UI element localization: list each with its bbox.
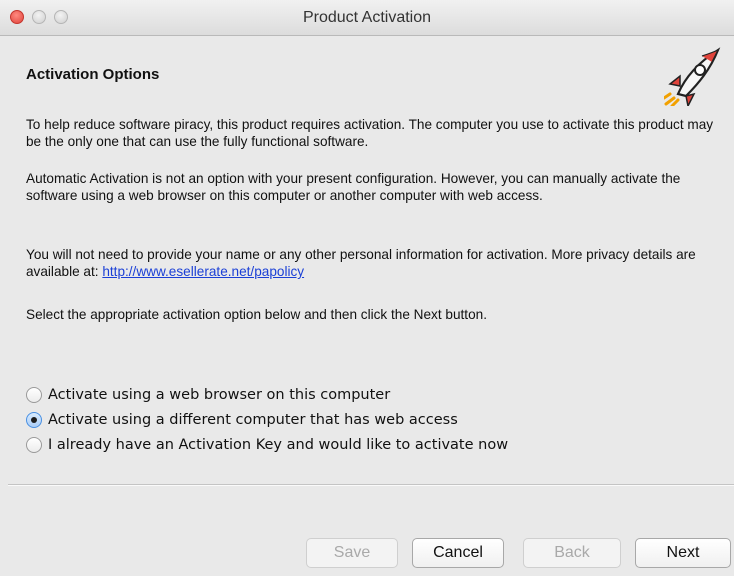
- cancel-button[interactable]: Cancel: [412, 538, 504, 568]
- section-heading: Activation Options: [26, 66, 160, 83]
- activation-options-group: Activate using a web browser on this com…: [26, 382, 508, 457]
- option-different-computer[interactable]: Activate using a different computer that…: [26, 407, 508, 432]
- option-activation-key[interactable]: I already have an Activation Key and wou…: [26, 432, 508, 457]
- rocket-icon: [664, 47, 721, 106]
- privacy-policy-link[interactable]: http://www.esellerate.net/papolicy: [102, 264, 304, 279]
- option-label: Activate using a different computer that…: [48, 411, 458, 428]
- radio-different-computer[interactable]: [26, 411, 42, 428]
- manual-activation-paragraph: Automatic Activation is not an option wi…: [26, 171, 681, 203]
- title-bar: Product Activation: [0, 0, 734, 36]
- option-label: Activate using a web browser on this com…: [48, 386, 391, 403]
- footer-divider-highlight: [8, 485, 734, 486]
- activation-content: Activation Options To help reduce softwa…: [0, 36, 734, 483]
- next-button[interactable]: Next: [635, 538, 731, 568]
- instruction-paragraph: Select the appropriate activation option…: [26, 307, 487, 322]
- privacy-paragraph: You will not need to provide your name o…: [26, 246, 716, 280]
- save-button[interactable]: Save: [306, 538, 398, 568]
- piracy-paragraph: To help reduce software piracy, this pro…: [26, 117, 714, 149]
- option-label: I already have an Activation Key and wou…: [48, 436, 509, 453]
- radio-web-browser[interactable]: [26, 386, 42, 403]
- option-web-browser[interactable]: Activate using a web browser on this com…: [26, 382, 508, 407]
- window-title: Product Activation: [302, 9, 432, 26]
- radio-activation-key[interactable]: [26, 436, 42, 453]
- back-button[interactable]: Back: [523, 538, 621, 568]
